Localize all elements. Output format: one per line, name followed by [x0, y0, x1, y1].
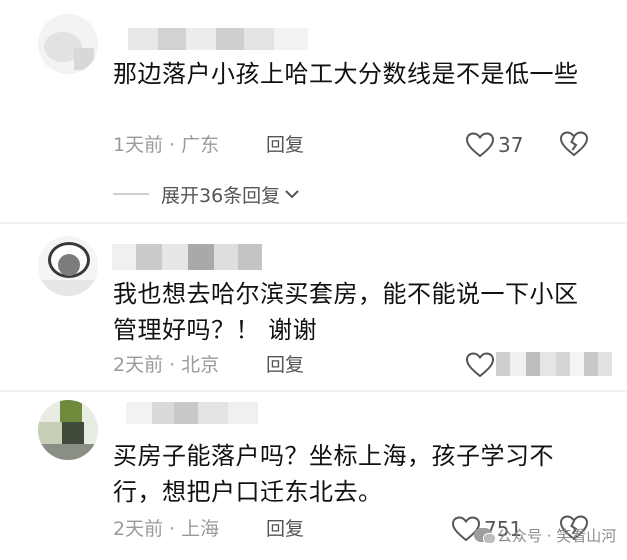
reply-button[interactable]: 回复 [266, 131, 304, 159]
comment-location: 上海 [181, 518, 220, 540]
expand-replies-button[interactable]: 展开36条回复 [113, 180, 300, 208]
avatar[interactable] [38, 14, 98, 74]
comment-text: 我也想去哈尔滨买套房，能不能说一下小区管理好吗？！ 谢谢 [113, 280, 579, 344]
chevron-down-icon [285, 190, 299, 199]
comment-meta: 2天前 · 北京 [113, 351, 219, 379]
meta-dot: · [169, 518, 176, 540]
blurred-region [496, 352, 612, 376]
meta-dot: · [169, 354, 176, 376]
meta-dot: · [169, 134, 176, 156]
broken-heart-icon[interactable] [560, 131, 588, 157]
comment-meta: 2天前 · 上海 [113, 515, 219, 543]
comment-text: 那边落户小孩上哈工大分数线是不是低一些 [113, 60, 579, 88]
expand-replies-label: 展开36条回复 [161, 184, 281, 207]
comment-time: 2天前 [113, 354, 164, 376]
heart-icon [466, 352, 494, 378]
reply-button[interactable]: 回复 [266, 351, 304, 379]
like-button[interactable] [466, 350, 498, 380]
watermark: 公众号 · 笑看山河 [474, 522, 616, 548]
comment-location: 广东 [181, 134, 220, 156]
username-blurred[interactable] [128, 28, 308, 50]
wechat-icon [474, 528, 496, 544]
watermark-text: 公众号 · 笑看山河 [497, 526, 617, 545]
comment-meta: 1天前 · 广东 [113, 131, 219, 159]
heart-icon [466, 132, 494, 158]
expand-line [113, 193, 149, 195]
username-blurred[interactable] [126, 402, 258, 424]
divider [0, 222, 627, 224]
reply-button[interactable]: 回复 [266, 515, 304, 543]
avatar[interactable] [38, 400, 98, 460]
comment-text: 买房子能落户吗？坐标上海，孩子学习不行，想把户口迁东北去。 [113, 442, 554, 506]
comment-time: 1天前 [113, 134, 164, 156]
comment-location: 北京 [181, 354, 220, 376]
comment-time: 2天前 [113, 518, 164, 540]
divider [0, 390, 627, 392]
username-blurred[interactable] [112, 244, 262, 270]
like-count: 37 [498, 133, 524, 157]
avatar[interactable] [38, 236, 98, 296]
like-button[interactable]: 37 [466, 130, 523, 160]
